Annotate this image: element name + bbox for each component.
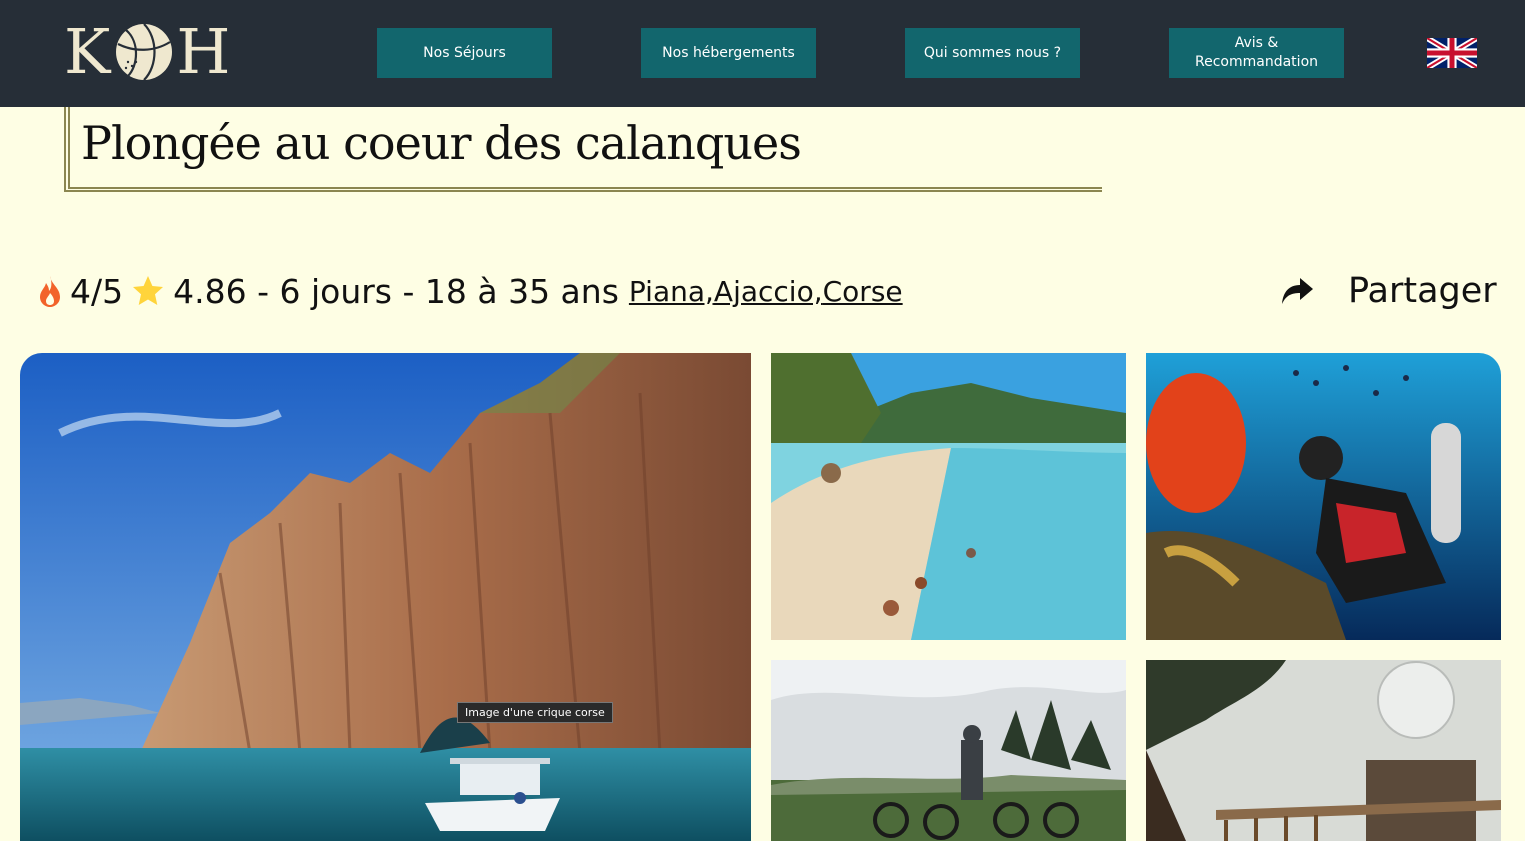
logo-letter-h: H: [176, 15, 233, 88]
location-link-corse[interactable]: Corse: [823, 275, 903, 308]
nav-qui-sommes-nous[interactable]: Qui sommes nous ?: [905, 28, 1080, 78]
ball-logo-icon: [116, 23, 173, 81]
location-link-ajaccio[interactable]: Ajaccio,: [714, 275, 823, 308]
star-icon: [133, 276, 164, 305]
diver-photo: [1146, 353, 1501, 640]
gallery-ebike-image[interactable]: [771, 660, 1126, 841]
share-arrow-icon: [1282, 278, 1313, 304]
image-tooltip: Image d'une crique corse: [457, 702, 613, 723]
nav-nos-hebergements[interactable]: Nos hébergements: [641, 28, 816, 78]
gallery-diver-image[interactable]: [1146, 353, 1501, 640]
site-header: K H Nos Séjours Nos hébergements Qui som…: [0, 0, 1525, 107]
gallery-treehouse-image[interactable]: [1146, 660, 1501, 841]
gallery-beach-image[interactable]: [771, 353, 1126, 640]
trip-details: - 6 jours - 18 à 35 ans: [246, 271, 619, 311]
flame-icon: [40, 276, 60, 307]
koh-logo[interactable]: K H: [64, 15, 233, 88]
nav-nos-sejours[interactable]: Nos Séjours: [377, 28, 552, 78]
difficulty-value: 4/5: [70, 271, 124, 311]
location-link-piana[interactable]: Piana,: [629, 275, 714, 308]
beach-photo: [771, 353, 1126, 640]
calanques-photo: [20, 353, 751, 841]
share-button[interactable]: Partager: [1280, 268, 1497, 314]
trip-info-row: 4/5 4.86 - 6 jours - 18 à 35 ans Piana, …: [36, 268, 903, 314]
logo-letter-k: K: [64, 15, 113, 88]
uk-flag-icon[interactable]: [1427, 38, 1477, 68]
page-title: Plongée au coeur des calanques: [81, 116, 802, 170]
share-label: Partager: [1348, 271, 1497, 311]
ebike-group-photo: [771, 660, 1126, 841]
treehouse-photo: [1146, 660, 1501, 841]
gallery-main-image[interactable]: [20, 353, 751, 841]
rating-value: 4.86: [173, 271, 247, 311]
nav-avis-recommandation[interactable]: Avis & Recommandation: [1169, 28, 1344, 78]
